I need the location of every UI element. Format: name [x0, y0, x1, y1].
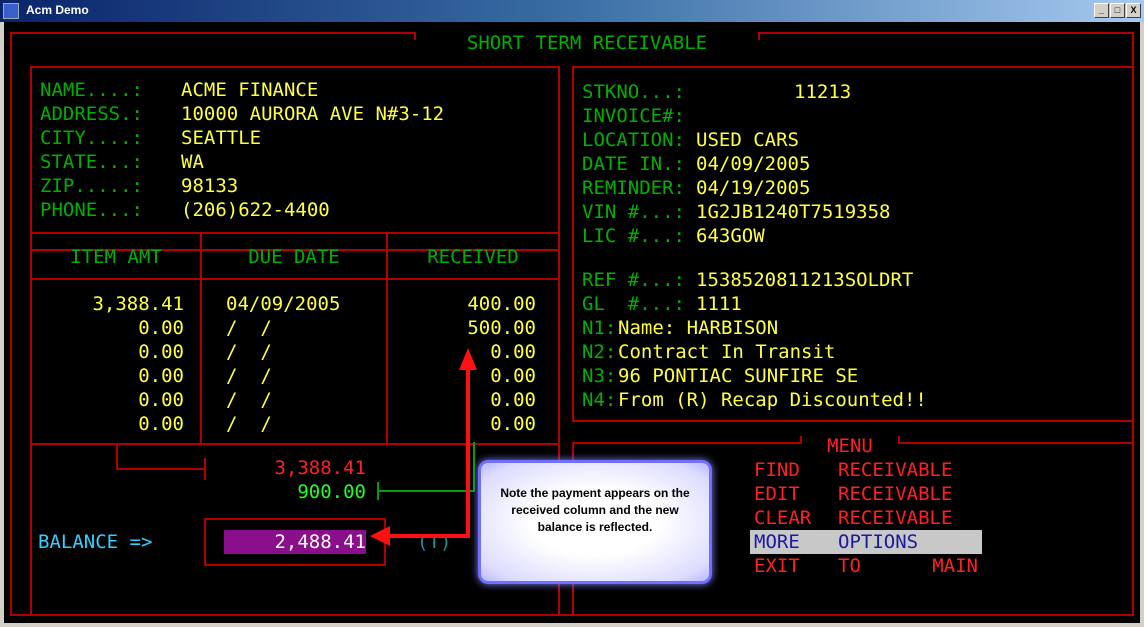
callout-note: Note the payment appears on the received… [478, 460, 712, 584]
up-arrow-icon [459, 348, 477, 370]
window-title: Acm Demo [26, 3, 89, 17]
maximize-button[interactable]: □ [1110, 3, 1125, 18]
minimize-button[interactable]: _ [1094, 3, 1109, 18]
close-button[interactable]: X [1126, 3, 1141, 18]
app-icon [3, 3, 19, 19]
callout-text: Note the payment appears on the received… [500, 486, 690, 534]
app-window: Acm Demo _ □ X SHORT TERM RECEIVABLE NAM… [0, 0, 1144, 627]
title-bar: Acm Demo _ □ X [0, 0, 1144, 22]
vertical-arrow-shaft [466, 368, 470, 536]
horizontal-arrow-shaft [388, 534, 470, 538]
left-arrow-icon [370, 526, 390, 546]
